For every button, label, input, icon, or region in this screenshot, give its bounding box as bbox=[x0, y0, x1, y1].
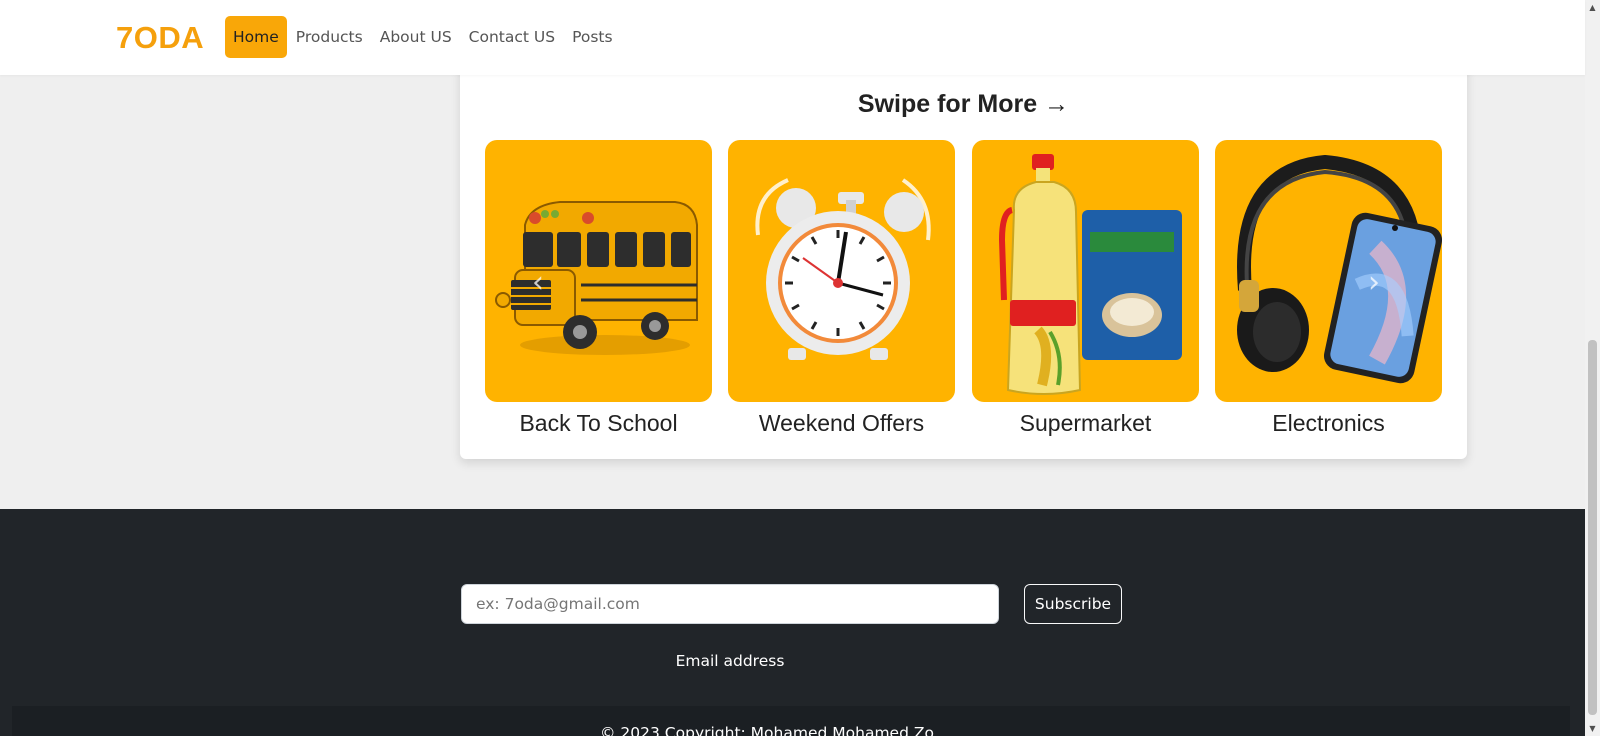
category-tile-weekend-offers[interactable] bbox=[728, 140, 955, 402]
brand-logo[interactable]: 7ODA bbox=[116, 18, 204, 58]
category-label-electronics: Electronics bbox=[1272, 410, 1385, 436]
email-address-label: Email address bbox=[675, 652, 785, 670]
scrollbar-thumb[interactable] bbox=[1588, 340, 1597, 715]
category-tile-supermarket[interactable] bbox=[972, 140, 1199, 402]
copyright-text: © 2023 Copyright: Mohamed Mohamed Zo... bbox=[600, 724, 949, 736]
category-tile-electronics[interactable] bbox=[1215, 140, 1442, 402]
alarm-clock-image bbox=[755, 178, 931, 360]
nav-products-link[interactable]: Products bbox=[288, 16, 371, 58]
nav-links: Home Products About US Contact US Posts bbox=[225, 16, 622, 58]
site-footer: Subscribe Email address © 2023 Copyright… bbox=[0, 509, 1585, 736]
newsletter-email-input[interactable] bbox=[461, 584, 999, 624]
page-scrollbar[interactable]: ▲ ▼ bbox=[1585, 0, 1600, 736]
school-bus-image bbox=[495, 201, 698, 355]
nav-home-link[interactable]: Home bbox=[225, 16, 287, 58]
copyright-bar: © 2023 Copyright: Mohamed Mohamed Zo... bbox=[12, 706, 1570, 736]
subscribe-button[interactable]: Subscribe bbox=[1024, 584, 1122, 624]
category-carousel-card: Swipe for More → Back To School Weekend … bbox=[460, 60, 1467, 459]
nav-about-link[interactable]: About US bbox=[372, 16, 460, 58]
category-label-back-to-school: Back To School bbox=[519, 410, 678, 436]
category-tile-back-to-school[interactable] bbox=[485, 140, 712, 402]
carousel-prev-icon[interactable]: ‹ bbox=[532, 265, 544, 300]
nav-contact-link[interactable]: Contact US bbox=[461, 16, 563, 58]
carousel-title: Swipe for More → bbox=[857, 90, 1070, 118]
scroll-up-icon[interactable]: ▲ bbox=[1585, 0, 1600, 15]
carousel-next-icon[interactable]: › bbox=[1368, 265, 1380, 300]
grocery-image bbox=[998, 154, 1182, 395]
nav-posts-link[interactable]: Posts bbox=[564, 16, 621, 58]
category-label-weekend-offers: Weekend Offers bbox=[758, 410, 925, 436]
scroll-down-icon[interactable]: ▼ bbox=[1585, 721, 1600, 736]
headphones-phone-image bbox=[1237, 154, 1442, 384]
category-label-supermarket: Supermarket bbox=[1019, 410, 1152, 436]
top-navbar: 7ODA Home Products About US Contact US P… bbox=[0, 0, 1585, 75]
